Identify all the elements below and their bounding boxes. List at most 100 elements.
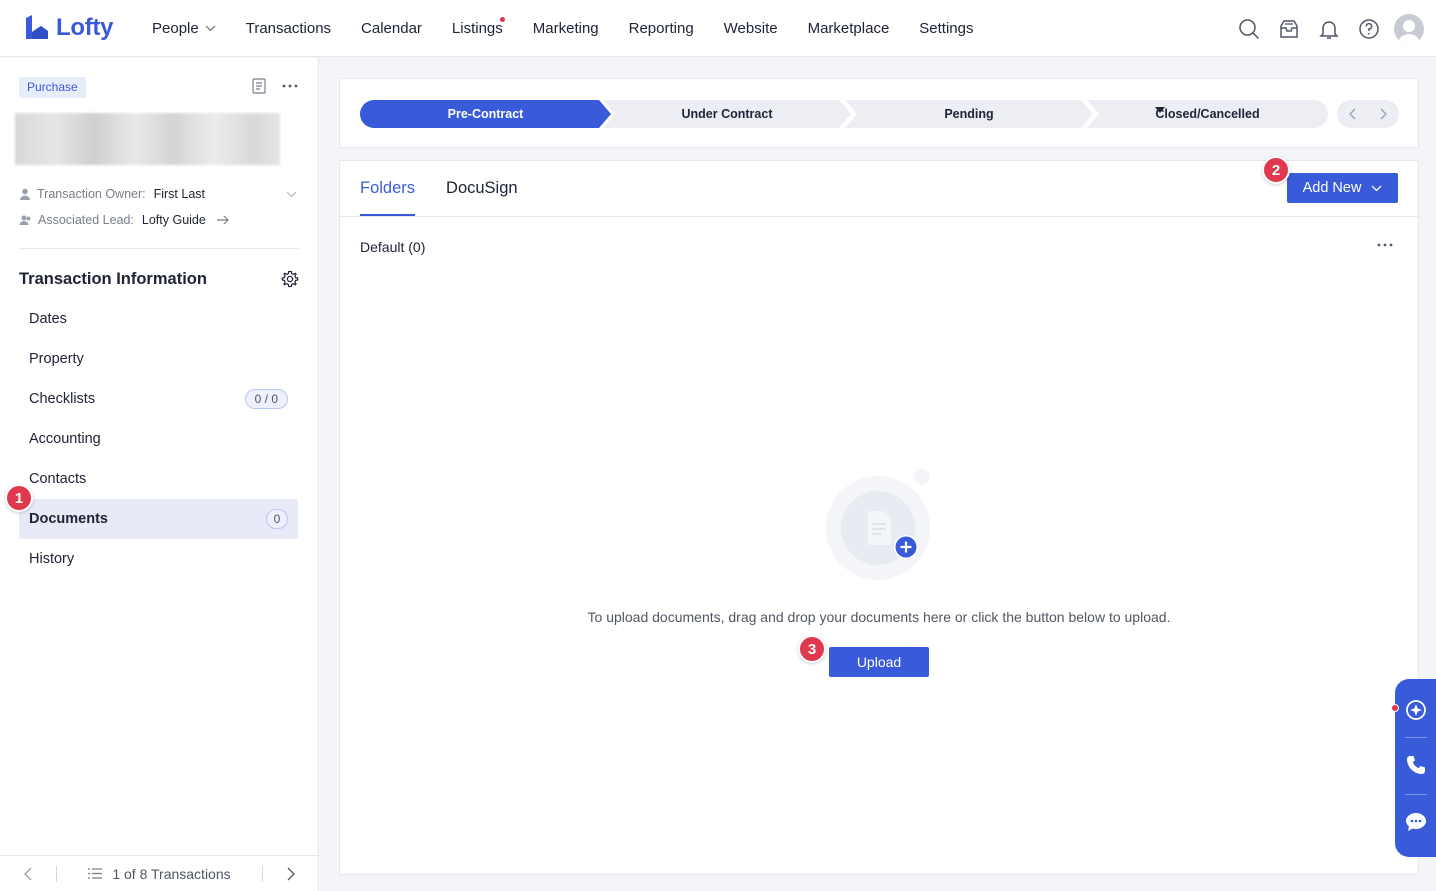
chevron-right-icon	[287, 867, 295, 880]
avatar[interactable]	[1394, 13, 1424, 44]
nav-transactions-label: Transactions	[245, 20, 332, 37]
lead-label: Associated Lead:	[38, 213, 134, 227]
nav-marketing-label: Marketing	[532, 20, 599, 37]
gear-icon[interactable]	[281, 270, 299, 288]
transaction-sidebar: Purchase Transaction Owner: First Last A…	[0, 58, 319, 891]
stage-bar-card: Pre-Contract Under Contract Pending Clos…	[339, 78, 1419, 148]
search-icon[interactable]	[1229, 0, 1269, 57]
nav-transactions[interactable]: Transactions	[231, 0, 346, 57]
lofty-logo[interactable]: Lofty	[24, 14, 113, 42]
add-new-button[interactable]: Add New	[1287, 173, 1398, 203]
stage-pending[interactable]: Pending	[845, 100, 1093, 128]
more-icon[interactable]	[1377, 237, 1393, 253]
nav-marketing[interactable]: Marketing	[518, 0, 614, 57]
more-icon[interactable]	[282, 78, 298, 94]
nav-settings-label: Settings	[919, 20, 974, 37]
divider	[19, 248, 299, 249]
chevron-down-icon[interactable]	[286, 191, 297, 198]
notification-dot	[1391, 704, 1399, 712]
transaction-info-list: Dates Property Checklists 0 / 0 Accounti…	[19, 299, 298, 579]
lead-value[interactable]: Lofty Guide	[142, 213, 206, 227]
count-badge: 0	[266, 509, 288, 529]
chevron-down-icon	[205, 25, 216, 32]
stage-under-contract[interactable]: Under Contract	[603, 100, 851, 128]
document-icon[interactable]	[252, 78, 266, 94]
previous-transaction-button[interactable]	[0, 856, 56, 891]
associated-lead-row: Associated Lead: Lofty Guide	[19, 211, 230, 229]
divider	[340, 216, 1418, 217]
nav-people[interactable]: People	[137, 0, 231, 57]
phone-icon	[1406, 756, 1425, 774]
nav-marketplace[interactable]: Marketplace	[793, 0, 905, 57]
arrow-right-icon[interactable]	[216, 215, 230, 225]
phone-button[interactable]	[1395, 737, 1436, 793]
section-title: Transaction Information	[19, 270, 207, 288]
documents-panel: Folders DocuSign Add New Default (0) To …	[339, 160, 1419, 875]
sidebar-item-label: Contacts	[29, 471, 87, 487]
nav-settings[interactable]: Settings	[904, 0, 988, 57]
notification-dot	[499, 17, 505, 22]
nav-listings-label: Listings	[451, 20, 503, 37]
tab-folders[interactable]: Folders	[360, 161, 416, 216]
sidebar-item-dates[interactable]: Dates	[19, 299, 298, 339]
nav-calendar[interactable]: Calendar	[346, 0, 437, 57]
user-icon	[20, 188, 30, 200]
stage-closed-cancelled[interactable]: Closed/Cancelled	[1087, 100, 1328, 128]
nav-website[interactable]: Website	[709, 0, 793, 57]
chevron-left-icon	[24, 867, 32, 880]
sidebar-item-history[interactable]: History	[19, 539, 298, 579]
transaction-stages: Pre-Contract Under Contract Pending Clos…	[360, 100, 1328, 128]
brand-name: Lofty	[56, 14, 114, 41]
chat-icon	[1405, 813, 1426, 831]
next-transaction-button[interactable]	[263, 856, 319, 891]
sidebar-item-property[interactable]: Property	[19, 339, 298, 379]
chevron-left-icon	[1349, 108, 1356, 120]
owner-value[interactable]: First Last	[154, 187, 205, 201]
transaction-type-tag: Purchase	[19, 77, 86, 98]
nav-reporting-label: Reporting	[628, 20, 694, 37]
sidebar-item-label: Dates	[29, 311, 67, 327]
next-stage-button[interactable]	[1368, 100, 1399, 128]
stage-label: Pre-Contract	[447, 107, 524, 121]
sidebar-item-documents[interactable]: Documents 0	[19, 499, 298, 539]
upload-document-illustration-icon	[826, 469, 930, 580]
step-marker-3: 3	[798, 635, 826, 663]
pager-info[interactable]: 1 of 8 Transactions	[57, 866, 262, 882]
documents-tabs: Folders DocuSign	[360, 161, 518, 216]
help-icon[interactable]	[1349, 0, 1389, 57]
nav-marketplace-label: Marketplace	[807, 20, 890, 37]
assistant-button[interactable]	[1395, 682, 1436, 738]
add-new-label: Add New	[1302, 180, 1362, 196]
upload-button[interactable]: Upload	[829, 647, 929, 677]
folder-title[interactable]: Default (0)	[360, 239, 425, 255]
step-marker-2: 2	[1262, 156, 1290, 184]
nav-people-label: People	[152, 20, 199, 37]
nav-listings[interactable]: Listings	[437, 0, 518, 57]
users-icon	[19, 215, 31, 225]
stage-label: Closed/Cancelled	[1155, 107, 1260, 121]
list-icon	[88, 868, 103, 879]
stage-label: Under Contract	[681, 107, 773, 121]
transaction-owner-row: Transaction Owner: First Last	[19, 185, 205, 203]
sidebar-item-checklists[interactable]: Checklists 0 / 0	[19, 379, 298, 419]
inbox-icon[interactable]	[1269, 0, 1309, 57]
transaction-pager: 1 of 8 Transactions	[0, 855, 319, 891]
bell-icon[interactable]	[1309, 0, 1349, 57]
sidebar-item-accounting[interactable]: Accounting	[19, 419, 298, 459]
sidebar-item-label: Property	[29, 351, 84, 367]
nav-website-label: Website	[723, 20, 778, 37]
chevron-right-icon	[1380, 108, 1387, 120]
step-marker-1: 1	[5, 484, 33, 512]
sidebar-item-label: Accounting	[29, 431, 101, 447]
stage-pre-contract[interactable]: Pre-Contract	[360, 100, 611, 128]
tab-docusign[interactable]: DocuSign	[446, 161, 518, 216]
top-navigation: Lofty People Transactions Calendar Listi…	[0, 0, 1436, 57]
nav-calendar-label: Calendar	[361, 20, 422, 37]
empty-state-text: To upload documents, drag and drop your …	[587, 609, 1171, 625]
sidebar-item-contacts[interactable]: Contacts	[19, 459, 298, 499]
owner-label: Transaction Owner:	[37, 187, 146, 201]
previous-stage-button[interactable]	[1337, 100, 1368, 128]
blurred-address	[15, 113, 280, 165]
nav-reporting[interactable]: Reporting	[614, 0, 709, 57]
chat-button[interactable]	[1395, 794, 1436, 850]
